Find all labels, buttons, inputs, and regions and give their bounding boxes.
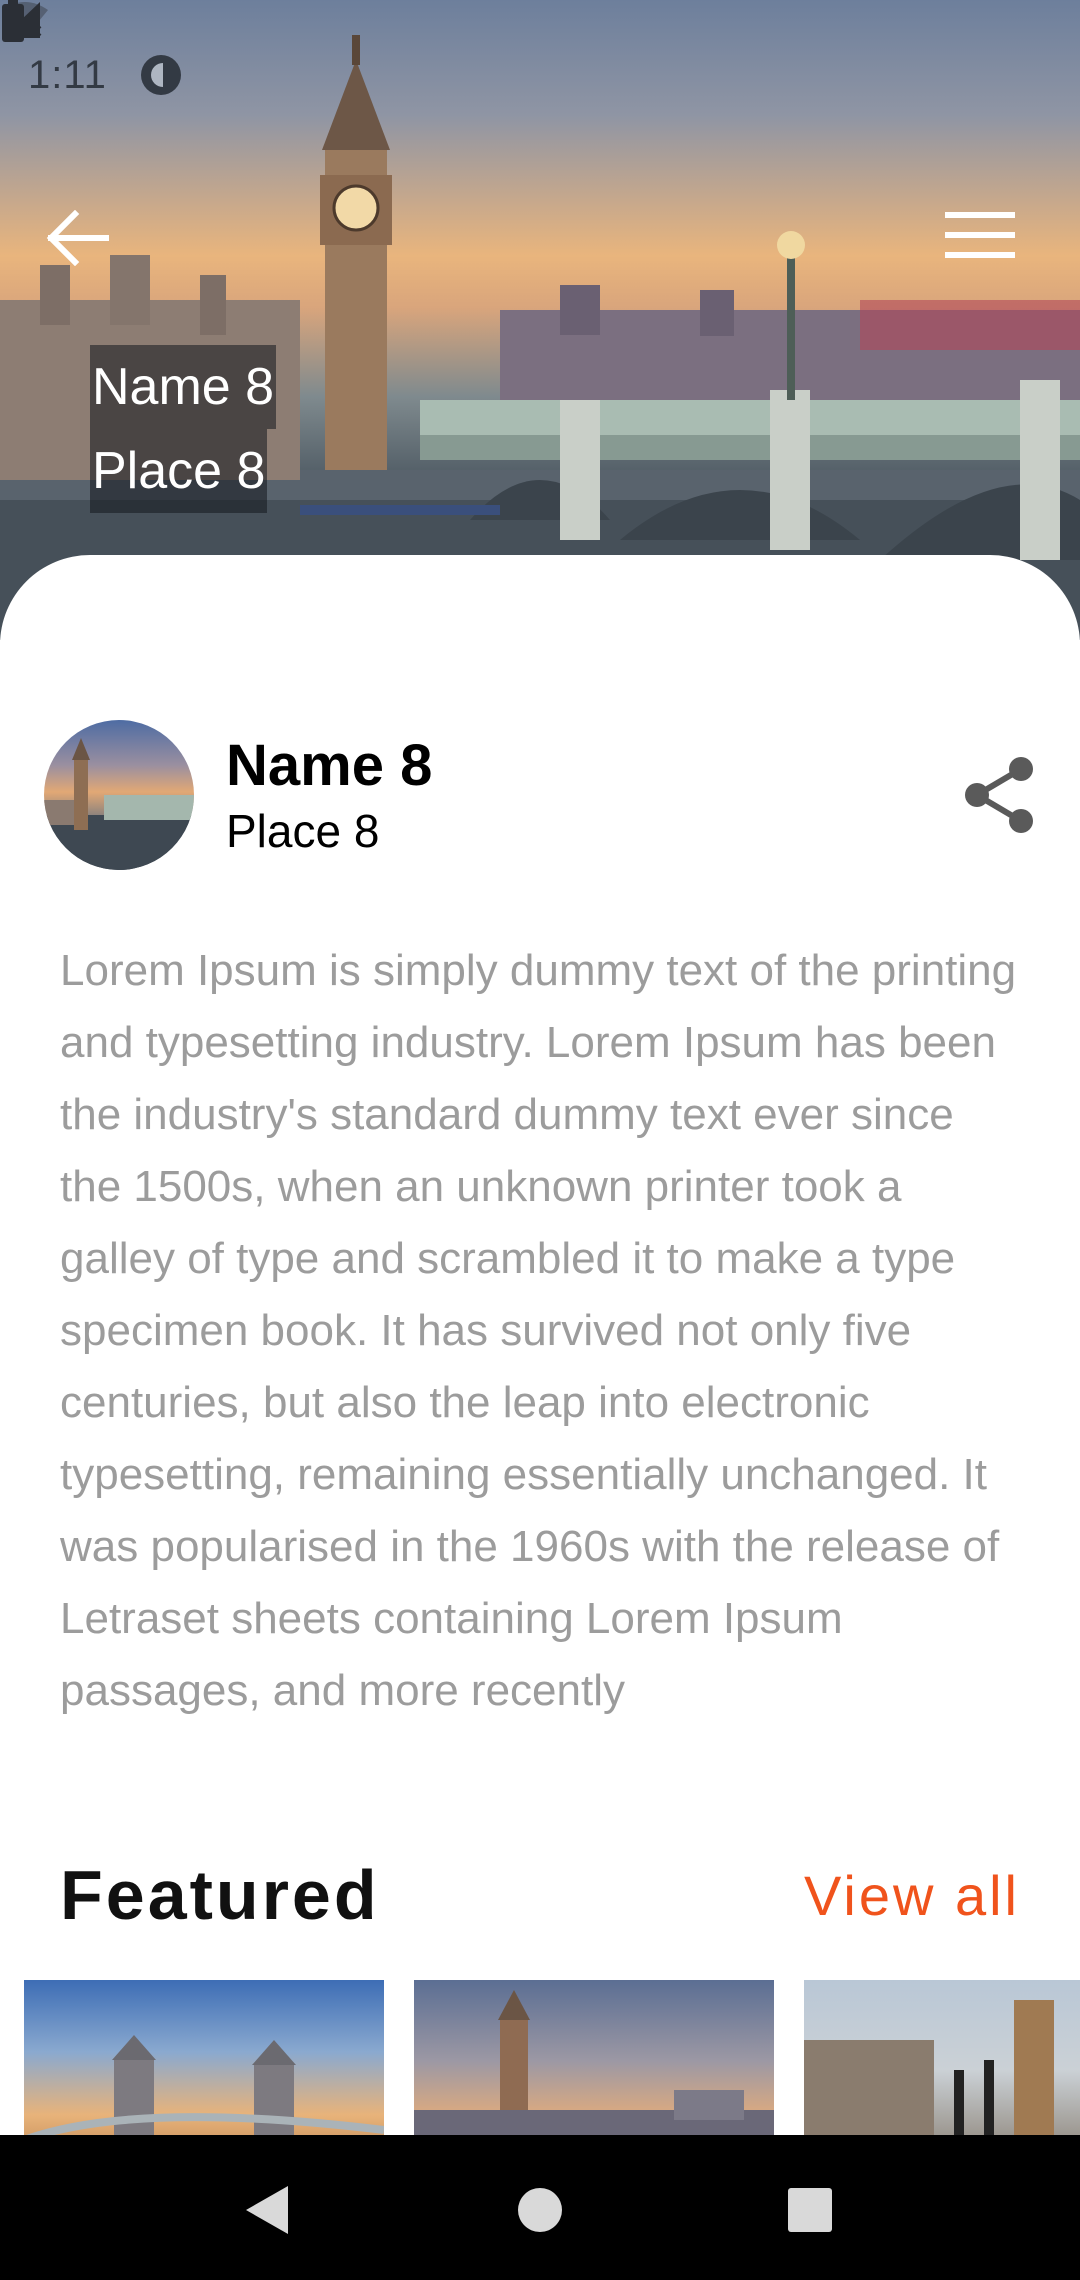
screen: 1:11 Name 8 Place 8 Name 8 Place 8 Lorem… [0,0,1080,2280]
featured-item[interactable] [24,1980,384,2135]
share-icon [965,757,1033,833]
arrow-back-icon [46,210,109,266]
view-all-link[interactable]: View all [804,1863,1020,1928]
battery-icon [2,0,24,42]
featured-list [0,1980,1080,2135]
back-button[interactable] [45,210,135,300]
featured-item[interactable] [414,1980,774,2135]
featured-item[interactable] [804,1980,1080,2135]
nav-recents-button[interactable] [780,2180,840,2240]
featured-thumbnail-image [414,1990,774,2135]
nav-home-button[interactable] [510,2180,570,2240]
featured-header: Featured View all [60,1855,1020,1945]
hero-caption: Name 8 Place 8 [90,345,277,513]
nav-back-triangle-icon [246,2186,288,2234]
hamburger-menu-icon [945,212,1015,258]
hero-caption-name: Name 8 [90,345,277,429]
nav-home-circle-icon [518,2188,562,2232]
profile-name: Name 8 [226,733,433,798]
featured-thumbnail-image [26,2035,384,2135]
avatar [44,720,194,870]
featured-thumbnail-image [804,2000,1054,2135]
content-card: Name 8 Place 8 Lorem Ipsum is simply dum… [0,555,1080,2135]
nav-recents-square-icon [788,2188,832,2232]
profile-place: Place 8 [226,805,380,857]
status-bar: 1:11 [0,0,1080,150]
avatar-image [44,738,194,870]
hero-image: 1:11 Name 8 Place 8 [0,0,1080,640]
nav-back-button[interactable] [237,2180,297,2240]
share-button[interactable] [954,750,1044,840]
featured-title: Featured [60,1856,380,1934]
hero-caption-place: Place 8 [90,429,268,513]
profile-row: Name 8 Place 8 [44,720,1044,870]
menu-button[interactable] [945,210,1035,300]
system-navigation-bar [0,2135,1080,2280]
description-text: Lorem Ipsum is simply dummy text of the … [60,946,1017,1715]
data-saver-icon [140,55,181,95]
status-time: 1:11 [28,52,107,97]
